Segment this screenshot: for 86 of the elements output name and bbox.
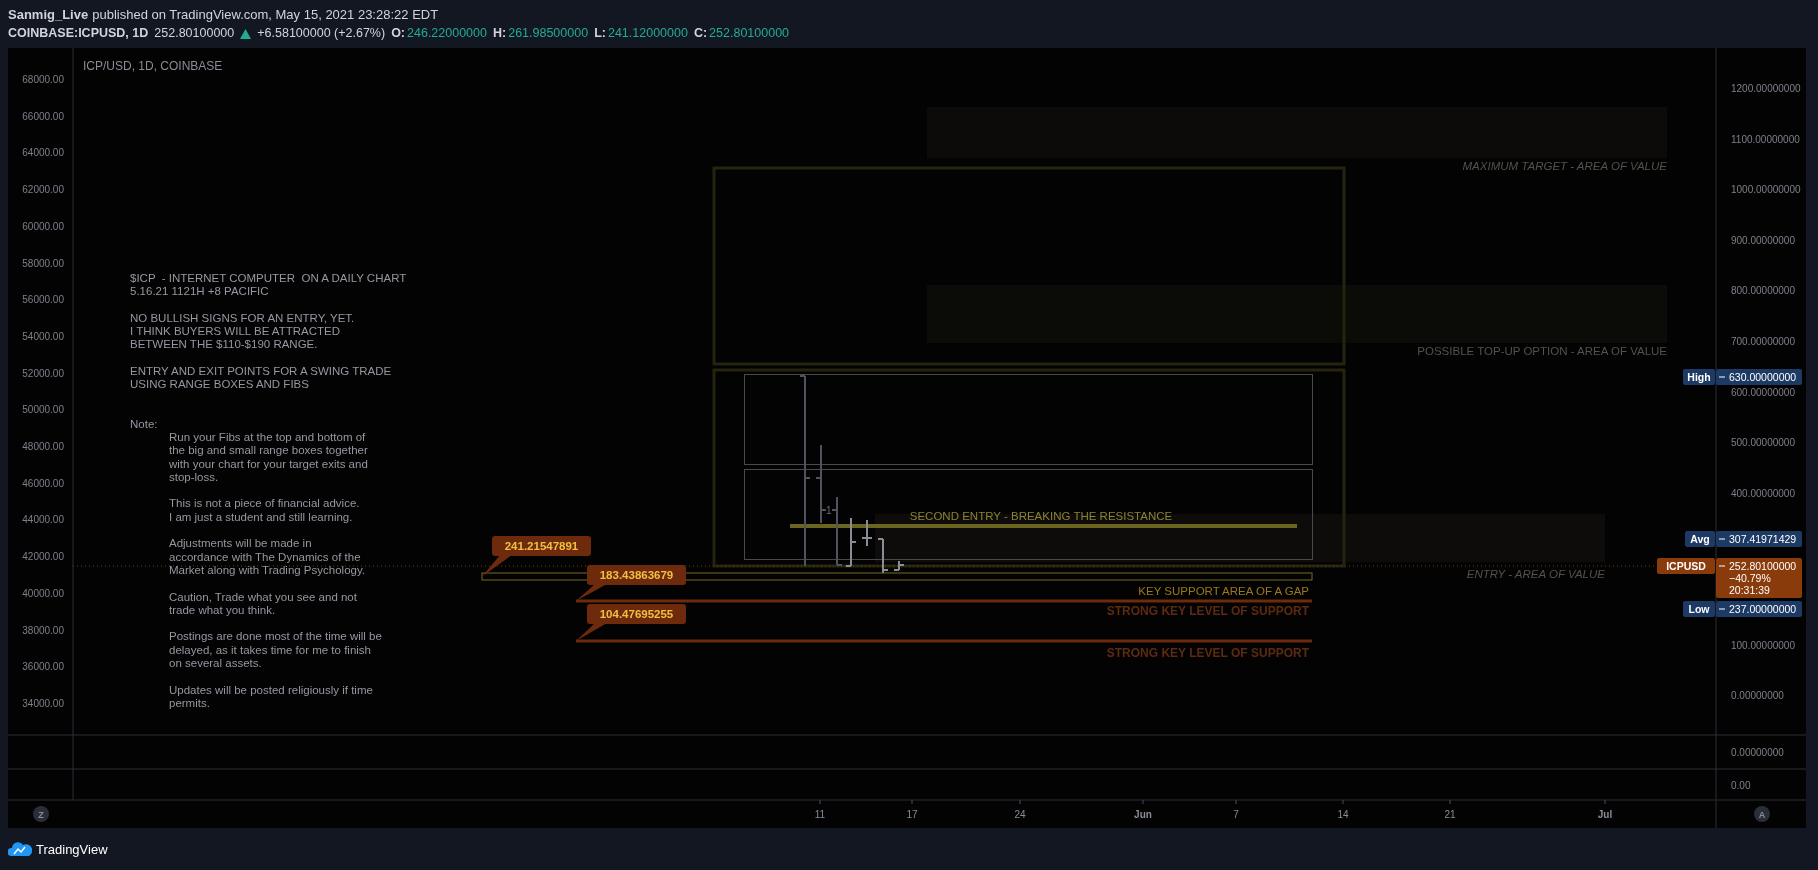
price-change: +6.58100000 (+2.67%) xyxy=(257,25,386,42)
price-tag-label: Low xyxy=(1683,601,1715,617)
note-paragraph: $ICP - INTERNET COMPUTER ON A DAILY CHART 5.16.21 1121H +8 PACIFIC xyxy=(130,272,407,299)
price-tag-value: 630.00000000 xyxy=(1716,369,1802,385)
resistance-label: SECOND ENTRY - BREAKING THE RESISTANCE xyxy=(909,510,1173,522)
ohlc-value: 246.22000000 xyxy=(407,25,487,42)
axis-tick-label: 60000.00 xyxy=(22,220,64,232)
zone-label: ENTRY - AREA OF VALUE xyxy=(1466,568,1605,580)
level-label: STRONG KEY LEVEL OF SUPPORT xyxy=(1106,604,1309,618)
price-tag-label: ICPUSD xyxy=(1657,558,1715,574)
axis-tick-label: 50000.00 xyxy=(22,404,64,416)
axis-tick-label: 36000.00 xyxy=(22,661,64,673)
scale-button[interactable]: A xyxy=(1754,806,1770,822)
axis-tick-label: 52000.00 xyxy=(22,367,64,379)
time-tick-label: Jul xyxy=(1597,809,1613,820)
axis-tick-label: 0.00000000 xyxy=(1731,747,1784,758)
time-tick-label: 21 xyxy=(1444,809,1456,820)
axis-tick-label: 1000.00000000 xyxy=(1731,184,1801,196)
axis-tick-label: 400.00000000 xyxy=(1731,487,1795,499)
axis-tick-label: 66000.00 xyxy=(22,110,64,122)
axis-tick-label: 64000.00 xyxy=(22,147,64,159)
time-tick-label: Jun xyxy=(1134,809,1152,820)
time-tick-label: 11 xyxy=(814,809,826,820)
axis-tick-label: 800.00000000 xyxy=(1731,285,1795,297)
axis-tick-label: 500.00000000 xyxy=(1731,437,1795,449)
scale-button[interactable]: Z xyxy=(33,806,49,822)
axis-tick-label: 46000.00 xyxy=(22,477,64,489)
axis-tick-label: 54000.00 xyxy=(22,330,64,342)
axis-tick-label: 100.00000000 xyxy=(1731,639,1795,651)
ohlc-value: 261.98500000 xyxy=(508,25,589,42)
axis-tick-label: 34000.00 xyxy=(22,697,64,709)
level-label: KEY SUPPORT AREA OF A GAP xyxy=(1138,585,1309,597)
note-paragraph: Caution, Trade what you see and not trade what you think. xyxy=(169,590,358,618)
price-tag-label: Avg xyxy=(1685,531,1715,547)
ohlc-value: 252.80100000 xyxy=(709,25,790,42)
ohlc-key: H: xyxy=(493,24,507,43)
note-paragraph: This is not a piece of financial advice. I am just a student and still learning. xyxy=(169,497,361,525)
note-paragraph: Postings are done most of the time will be delayed, as it takes time for me to finish on several assets. xyxy=(169,630,383,671)
ohlc-key: C: xyxy=(693,24,708,43)
price-tag-label: High xyxy=(1683,369,1715,385)
note-paragraph: ENTRY AND EXIT POINTS FOR A SWING TRADE USING RANGE BOXES AND FIBS xyxy=(130,365,393,392)
axis-tick-label: 38000.00 xyxy=(22,624,64,636)
time-tick-label: 17 xyxy=(906,809,918,820)
price-tag-value: 252.80100000 −40.79% 20:31:39 xyxy=(1716,558,1802,598)
ohlc-key: L: xyxy=(594,24,606,43)
time-tick-label: 7 xyxy=(1233,809,1239,820)
axis-tick-label: 700.00000000 xyxy=(1731,336,1795,347)
price-tag-value: 237.00000000 xyxy=(1716,601,1802,617)
axis-tick-label: 56000.00 xyxy=(22,294,64,306)
time-tick-label: 14 xyxy=(1337,809,1349,820)
cloud-logo-icon[interactable] xyxy=(8,842,32,856)
chart-title: ICP/USD, 1D, COINBASE xyxy=(83,59,223,73)
axis-tick-label: 1200.00000000 xyxy=(1731,83,1801,94)
axis-tick-label: 48000.00 xyxy=(22,441,64,452)
axis-tick-label: 44000.00 xyxy=(22,514,64,526)
price-callout: 241.21547891 xyxy=(482,536,591,577)
time-tick-label: 24 xyxy=(1014,809,1026,820)
note-paragraph: Adjustments will be made in accordance with The Dynamics of the Market along with Trading Psychology. xyxy=(169,537,367,578)
ohlc-key: O: xyxy=(391,24,406,43)
note-paragraph: Run your Fibs at the top and bottom of the big and small range boxes together with your chart for your target exits and stop-loss. xyxy=(169,430,369,485)
last-price: 252.80100000 xyxy=(154,25,235,42)
axis-tick-label: 58000.00 xyxy=(22,257,64,269)
bar-marker: 1 xyxy=(826,505,832,516)
note-paragraph: Updates will be posted religiously if time permits. xyxy=(169,683,374,711)
axis-tick-label: 900.00000000 xyxy=(1731,234,1795,246)
axis-tick-label: 42000.00 xyxy=(22,551,64,563)
axis-tick-label: 0.00 xyxy=(1731,780,1751,791)
axis-tick-label: 62000.00 xyxy=(22,184,64,196)
price-callout: 104.47695255 xyxy=(576,604,686,641)
zone-label: POSSIBLE TOP-UP OPTION - AREA OF VALUE xyxy=(1417,345,1667,357)
axis-tick-label: 1100.00000000 xyxy=(1731,133,1800,145)
axis-tick-label: 0.00000000 xyxy=(1731,690,1784,702)
note-label: Note: xyxy=(130,417,159,431)
ohlc-value: 241.12000000 xyxy=(607,25,688,42)
axis-tick-label: 68000.00 xyxy=(22,74,64,85)
price-tag-value: 307.41971429 xyxy=(1716,531,1802,547)
level-label: STRONG KEY LEVEL OF SUPPORT xyxy=(1106,646,1309,660)
zone-label: MAXIMUM TARGET - AREA OF VALUE xyxy=(1462,160,1667,172)
axis-tick-label: 40000.00 xyxy=(22,587,64,599)
publish-info: published on TradingView.com, May 15, 2021 23:28:22 EDT xyxy=(92,6,439,24)
note-paragraph: NO BULLISH SIGNS FOR AN ENTRY, YET. I THINK BUYERS WILL BE ATTRACTED BETWEEN THE $110-$190 RANGE. xyxy=(130,311,356,352)
price-callout: 183.43863679 xyxy=(576,565,686,601)
author-name: Sanmig_Live xyxy=(8,6,89,24)
brand-name[interactable]: TradingView xyxy=(36,841,108,857)
symbol-name: COINBASE:ICPUSD, 1D xyxy=(8,25,149,42)
axis-tick-label: 600.00000000 xyxy=(1731,386,1795,398)
